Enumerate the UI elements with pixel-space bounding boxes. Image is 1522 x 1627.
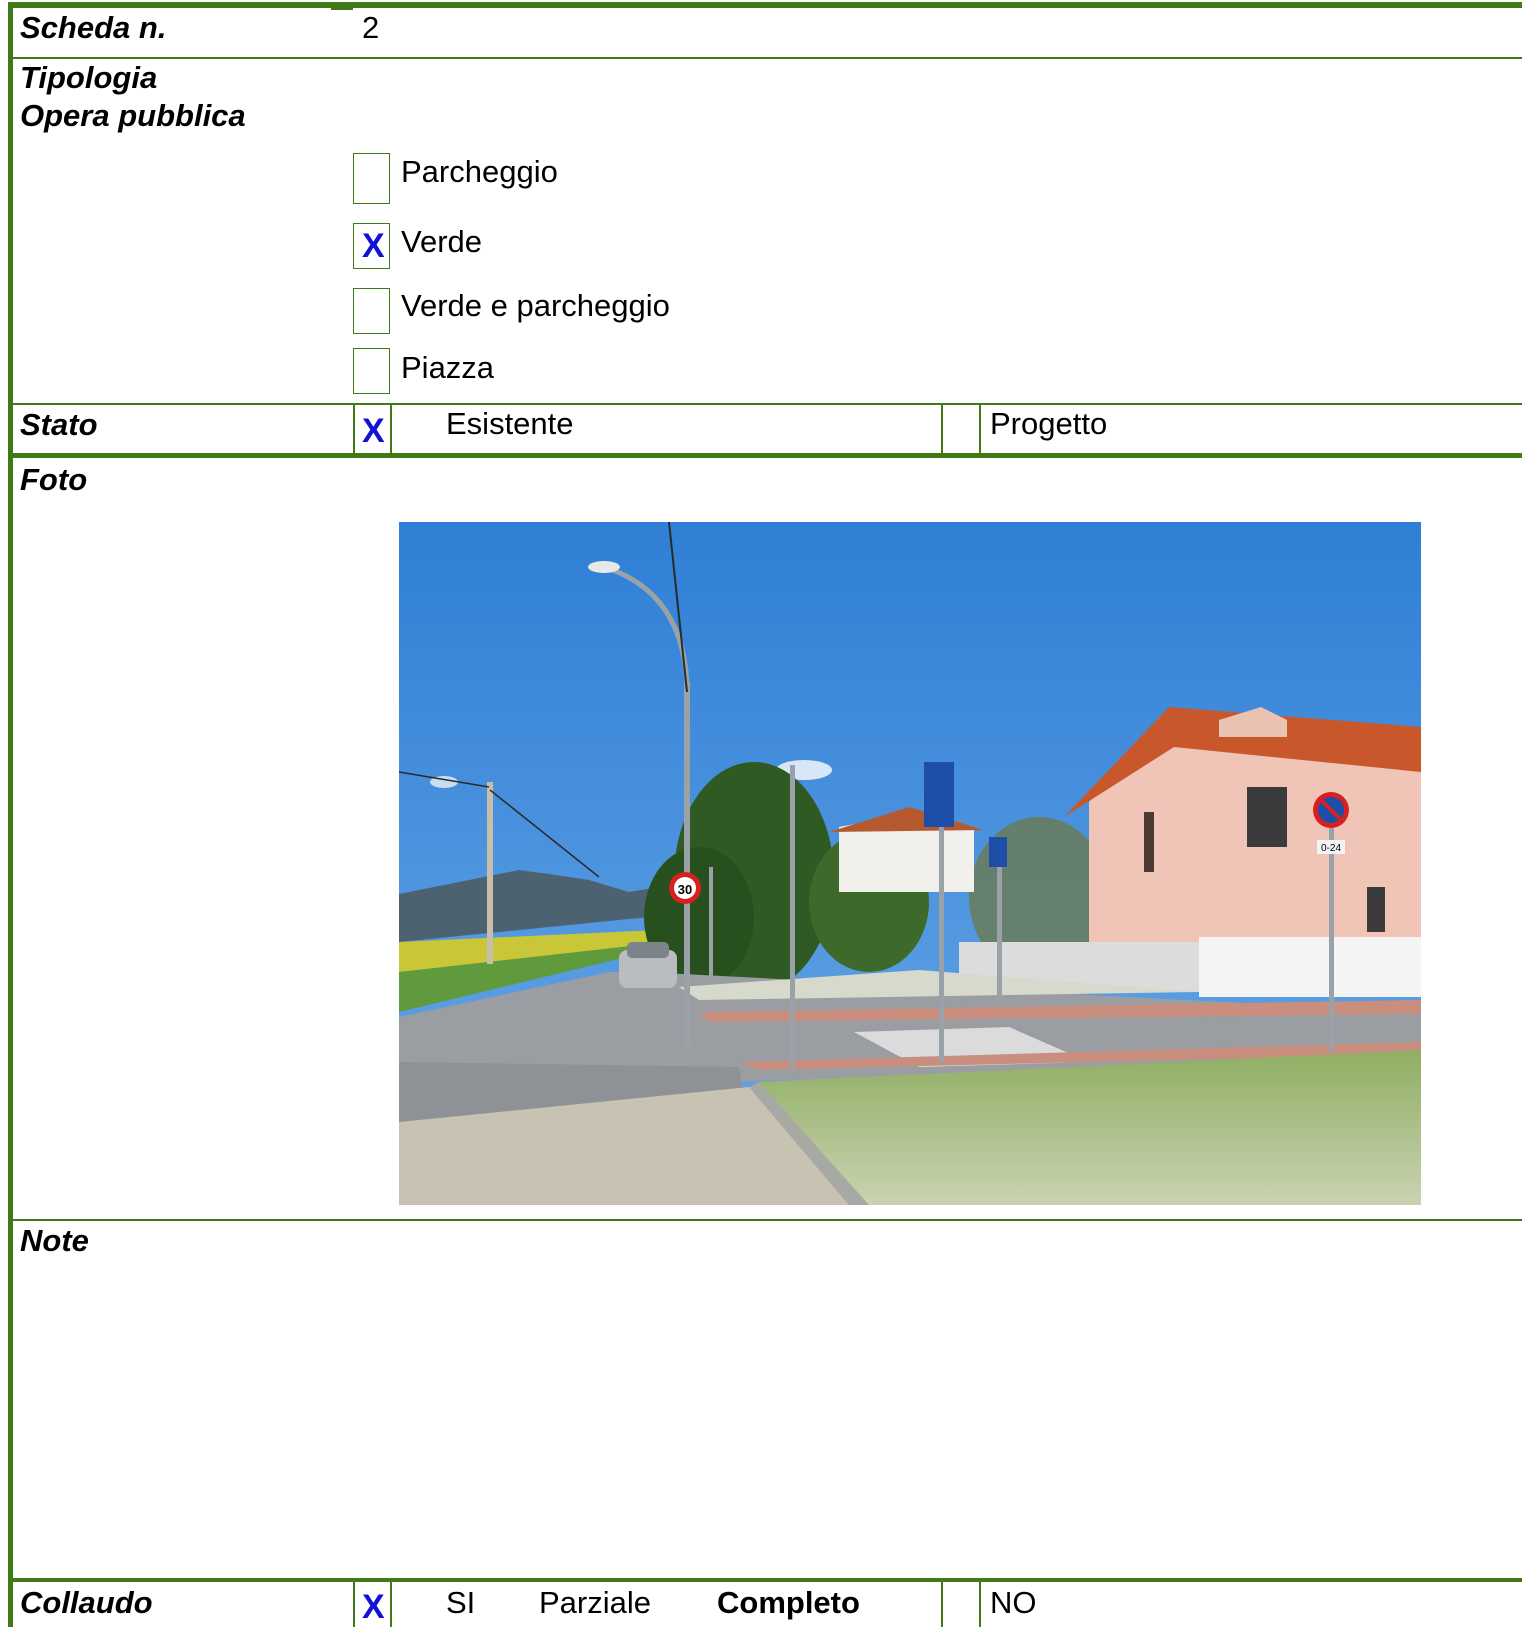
collaudo-box-right [390,1582,392,1627]
site-photo: 30 0-24 [399,522,1421,1205]
stato-progetto-label: Progetto [990,406,1108,441]
checkbox-verde-e-parcheggio[interactable] [353,288,390,334]
collaudo-no-box-left [941,1582,943,1627]
note-label: Note [20,1223,89,1258]
stato-box-right [390,405,392,453]
rule-scheda [10,57,1522,59]
rule-stato [10,453,1522,458]
collaudo-si-mark[interactable]: X [362,1590,385,1624]
collaudo-completo-label: Completo [717,1585,860,1620]
left-border [8,2,13,1627]
progetto-box-left [941,405,943,453]
scheda-label: Scheda n. [20,10,167,45]
rule-tipologia [10,403,1522,405]
plate-sign-text: 0-24 [1321,843,1341,854]
checkbox-piazza[interactable] [353,348,390,394]
collaudo-parziale-label: Parziale [539,1585,651,1620]
checkbox-parcheggio[interactable] [353,153,390,204]
collaudo-no-box-right [979,1582,981,1627]
rule-note [10,1578,1522,1582]
progetto-box-right [979,405,981,453]
tipologia-label: Tipologia [20,60,158,95]
option-verde-label: Verde [401,224,483,259]
collaudo-label: Collaudo [20,1585,153,1620]
scheda-divider [331,8,353,10]
scheda-number: 2 [362,10,380,45]
opera-pubblica-label: Opera pubblica [20,98,246,133]
collaudo-no-label: NO [990,1585,1037,1620]
collaudo-box-left [353,1582,355,1627]
checkbox-verde-mark: X [362,227,385,265]
stato-esistente-label: Esistente [446,406,574,441]
top-border [10,2,1522,8]
stato-label: Stato [20,407,98,442]
speed-sign-text: 30 [678,882,692,897]
option-verde-e-parcheggio-label: Verde e parcheggio [401,288,670,323]
stato-box-left [353,405,355,453]
rule-foto [10,1219,1522,1221]
stato-esistente-mark[interactable]: X [362,414,385,448]
checkbox-verde[interactable]: X [353,223,390,269]
collaudo-si-label: SI [446,1585,476,1620]
option-parcheggio-label: Parcheggio [401,154,558,189]
foto-label: Foto [20,462,88,497]
option-piazza-label: Piazza [401,350,495,385]
